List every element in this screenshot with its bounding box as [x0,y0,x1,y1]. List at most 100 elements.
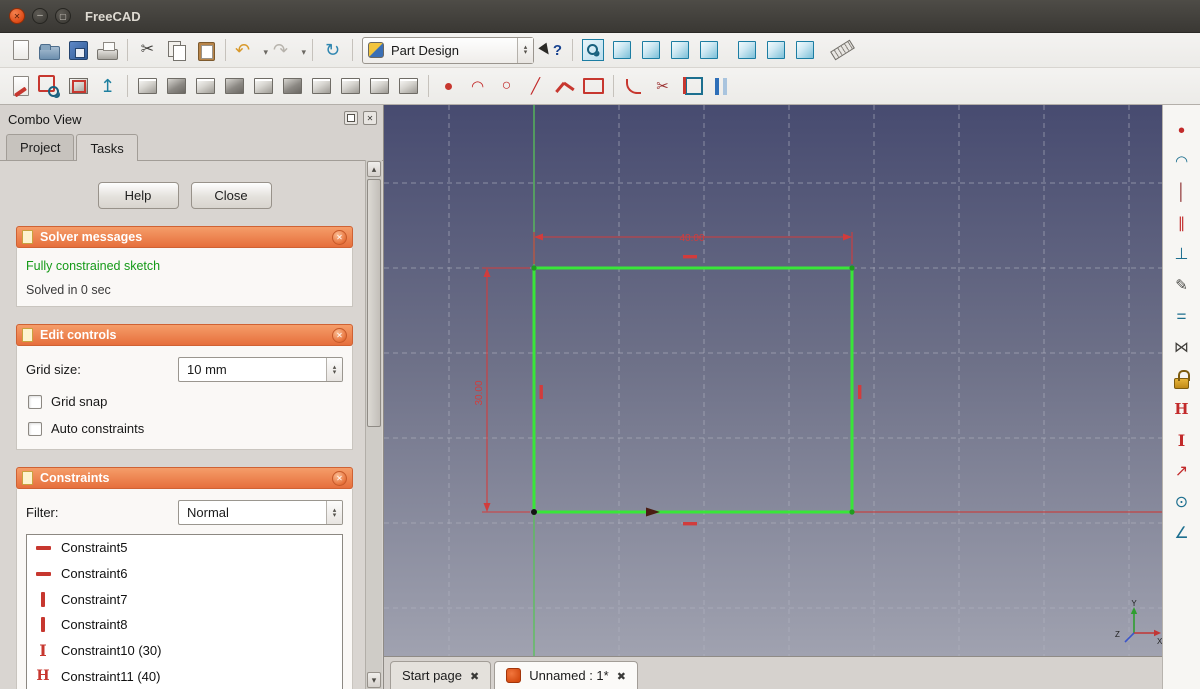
constraint-list-item[interactable]: Constraint10 (30) [27,638,342,664]
vertical-constraint-marker-icon[interactable] [858,385,862,399]
draft-icon[interactable] [395,73,422,100]
create-rectangle-icon[interactable] [580,73,607,100]
filter-select[interactable]: Normal [178,500,343,525]
sketch-fillet-icon[interactable] [620,73,647,100]
edit-sketch-icon[interactable] [36,73,63,100]
constrain-equal-icon[interactable]: = [1169,304,1195,330]
bottom-view-icon[interactable] [762,37,789,64]
scrollbar-thumb[interactable] [367,179,381,427]
horizontal-constraint-marker-icon[interactable] [683,255,697,259]
close-tab-icon[interactable] [470,668,479,683]
constraint-list-item[interactable]: Constraint5 [27,535,342,561]
toggle-construction-icon[interactable] [707,73,734,100]
measure-distance-icon[interactable] [829,37,856,64]
pocket-icon[interactable] [163,73,190,100]
undo-icon[interactable]: ↶ [232,37,268,64]
help-button[interactable]: Help [97,182,179,209]
panel-close-icon[interactable] [363,111,377,125]
whats-this-icon[interactable]: ? [539,37,566,64]
create-circle-icon[interactable]: ○ [493,73,520,100]
refresh-icon[interactable]: ↻ [319,37,346,64]
fit-all-icon[interactable] [579,37,606,64]
constraint-list-item[interactable]: Constraint11 (40) [27,663,342,689]
scrollbar-down-icon[interactable] [367,672,381,688]
additive-pipe-icon[interactable] [308,73,335,100]
edit-controls-header[interactable]: Edit controls [16,324,353,346]
filter-spinner-icon[interactable] [326,501,342,524]
sketch-rectangle[interactable] [532,266,854,514]
sketch-vertex[interactable] [849,509,855,515]
print-document-icon[interactable] [94,37,121,64]
tab-tasks[interactable]: Tasks [76,134,138,161]
redo-icon[interactable]: ↷ [270,37,306,64]
constrain-tangent-icon[interactable]: ✎ [1169,273,1195,299]
tab-unnamed-document[interactable]: Unnamed : 1* [494,661,638,689]
origin-point[interactable] [531,509,537,515]
left-view-icon[interactable] [791,37,818,64]
scrollbar-up-icon[interactable] [367,161,381,177]
constraint-list-item[interactable]: Constraint8 [27,612,342,638]
cut-icon[interactable]: ✂ [134,37,161,64]
create-polyline-icon[interactable] [551,73,578,100]
subtractive-loft-icon[interactable] [279,73,306,100]
vertical-constraint-marker-icon[interactable] [539,385,543,399]
tasks-scrollbar[interactable] [365,160,382,689]
external-geometry-icon[interactable] [678,73,705,100]
constrain-symmetric-icon[interactable]: ⋈ [1169,335,1195,361]
sketch-vertex[interactable] [849,265,855,271]
grid-size-spinner-icon[interactable] [326,358,342,381]
window-maximize-button[interactable] [55,8,71,24]
workbench-dropdown-arrows-icon[interactable] [517,37,533,63]
sketch-vertex[interactable] [531,265,537,271]
constraint-list-item[interactable]: Constraint6 [27,561,342,587]
close-button[interactable]: Close [190,182,272,209]
create-point-icon[interactable] [435,73,462,100]
constraints-list[interactable]: Constraint5 Constraint6 Constraint7 Constra… [26,534,343,689]
additive-loft-icon[interactable] [250,73,277,100]
workbench-selector[interactable]: Part Design [362,36,534,64]
constrain-vertical-distance-icon[interactable]: I [1169,428,1195,454]
window-minimize-button[interactable] [32,8,48,24]
collapse-section-icon[interactable] [332,327,347,343]
panel-float-icon[interactable] [344,111,358,125]
redo-dropdown-icon[interactable] [301,42,306,60]
3d-viewport[interactable]: 30.00 40.00 Y X Z [384,105,1162,656]
constrain-horizontal-distance-icon[interactable]: H [1169,397,1195,423]
chamfer-icon[interactable] [366,73,393,100]
constrain-block-icon[interactable] [1169,366,1195,392]
tab-project[interactable]: Project [6,134,75,160]
groove-icon[interactable] [221,73,248,100]
grid-size-select[interactable]: 10 mm [178,357,343,382]
tab-start-page[interactable]: Start page [390,661,492,689]
create-arc-icon[interactable]: ◠ [464,73,491,100]
constrain-perpendicular-icon[interactable]: ⊥ [1169,242,1195,268]
constrain-distance-icon[interactable]: ↗ [1169,459,1195,485]
axonometric-view-icon[interactable] [608,37,635,64]
constraint-list-item[interactable]: Constraint7 [27,586,342,612]
constrain-parallel-icon[interactable]: ∥ [1169,211,1195,237]
top-view-icon[interactable] [666,37,693,64]
horizontal-dimension-label[interactable]: 40.00 [679,233,704,244]
sketch-canvas[interactable]: 30.00 40.00 Y X Z [384,105,1162,656]
paste-icon[interactable] [192,37,219,64]
trim-edge-icon[interactable]: ✂ [649,73,676,100]
window-close-button[interactable] [9,8,25,24]
fillet-icon[interactable] [337,73,364,100]
collapse-section-icon[interactable] [332,229,347,245]
create-line-icon[interactable]: ╱ [522,73,549,100]
pad-icon[interactable] [134,73,161,100]
constrain-vertical-icon[interactable]: │ [1169,180,1195,206]
vertical-dimension[interactable] [482,267,530,513]
map-sketch-to-face-icon[interactable] [65,73,92,100]
leave-sketch-icon[interactable]: ↥ [94,73,121,100]
undo-dropdown-icon[interactable] [263,42,268,60]
constrain-point-on-object-icon[interactable]: ◠ [1169,149,1195,175]
save-document-icon[interactable] [65,37,92,64]
right-view-icon[interactable] [695,37,722,64]
new-document-icon[interactable] [7,37,34,64]
create-sketch-icon[interactable] [7,73,34,100]
rear-view-icon[interactable] [733,37,760,64]
grid-snap-checkbox[interactable] [28,394,42,409]
auto-constraints-checkbox[interactable] [28,421,42,436]
revolution-icon[interactable] [192,73,219,100]
